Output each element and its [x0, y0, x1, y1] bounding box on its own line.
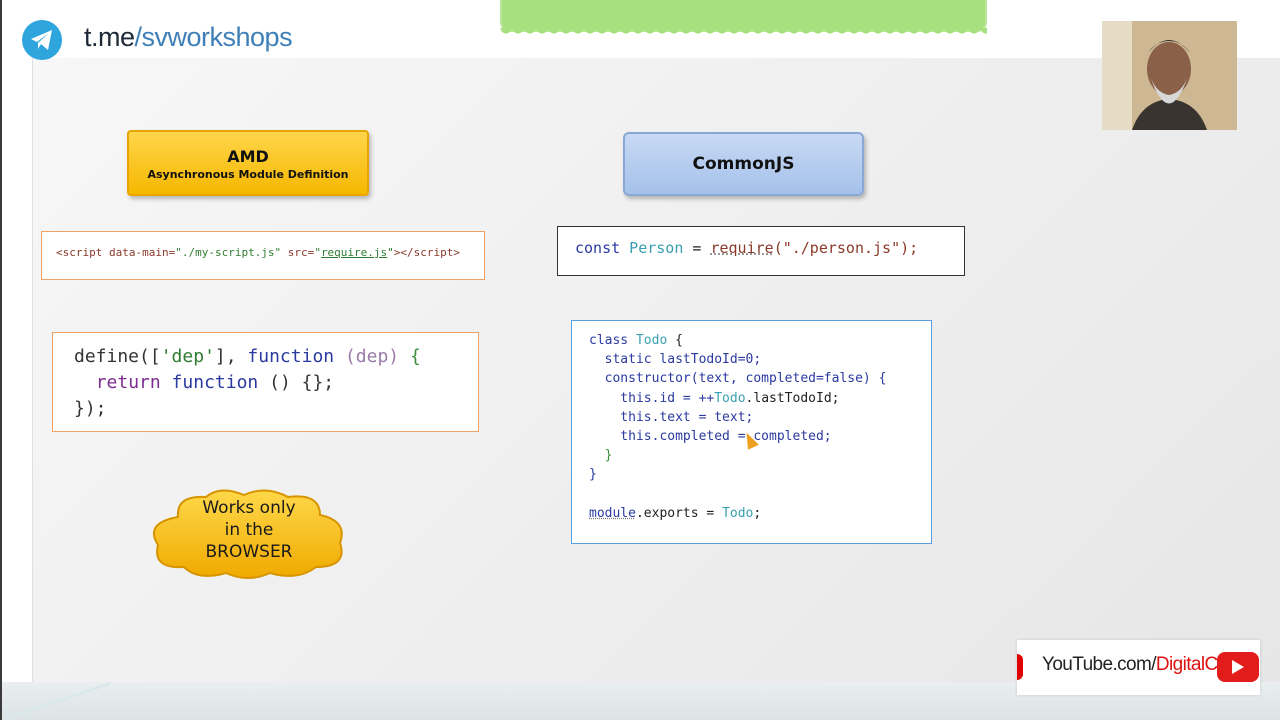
define-close: }); [74, 398, 107, 419]
exports-todo: Todo [722, 505, 754, 521]
left-edge-line [0, 0, 2, 720]
youtube-left-accent [1017, 654, 1023, 680]
browser-only-cloud: Works only in the BROWSER [148, 487, 350, 579]
amd-subtitle: Asynchronous Module Definition [147, 168, 349, 181]
constructor-line: constructor(text, completed=false) { [589, 371, 887, 387]
this-text-line: this.text = text; [589, 409, 754, 425]
exports-semicolon: ; [753, 505, 762, 521]
telegram-link[interactable]: t.me/svworkshops [84, 22, 293, 53]
require-fn: require [710, 239, 774, 257]
this-id-c: .lastTodoId; [745, 390, 840, 406]
top-banner [500, 0, 987, 36]
class-close: } [589, 467, 597, 483]
this-id-todo: Todo [714, 390, 746, 406]
script-open: <script data-main= [56, 246, 176, 259]
script-src-value: require.js [320, 246, 388, 259]
define-brace: { [399, 346, 421, 367]
this-completed-line: this.completed = completed; [589, 429, 832, 445]
constructor-close: } [589, 448, 613, 464]
presenter-webcam [1102, 21, 1237, 130]
define-function-kw: function [247, 346, 335, 367]
cloud-line-2: in the [224, 520, 274, 540]
youtube-link[interactable]: YouTube.com/DigitalCV [1042, 654, 1230, 676]
telegram-path: /svworkshops [134, 22, 293, 52]
cloud-line-3: BROWSER [205, 542, 293, 562]
script-src-attr: src= [281, 246, 315, 259]
class-kw: class [589, 333, 629, 348]
play-triangle-icon [1232, 660, 1244, 674]
exports-kw: .exports = [635, 505, 723, 521]
define-open: ([ [139, 346, 161, 367]
telegram-icon[interactable] [22, 20, 62, 60]
cloud-line-1: Works only [202, 498, 296, 518]
static-line: static lastTodoId=0; [589, 352, 762, 368]
this-id-a: this.id = ++ [589, 390, 715, 406]
script-close: ></script> [393, 246, 461, 259]
class-brace: { [667, 333, 683, 348]
amd-title: AMD [227, 147, 269, 166]
return-function-kw: function [160, 372, 259, 393]
define-param: (dep) [334, 346, 400, 367]
return-kw: return [95, 372, 161, 393]
person-name: Person [620, 239, 684, 257]
script-src-quote-close: " [387, 246, 394, 259]
define-mid: ], [214, 346, 248, 367]
return-rest: () {}; [258, 372, 335, 393]
presenter-silhouette-icon [1102, 21, 1237, 130]
paper-plane-icon [31, 30, 52, 50]
require-eq: = [683, 239, 711, 257]
const-kw: const [575, 239, 621, 257]
define-dep: 'dep' [160, 346, 215, 367]
script-data-main: "./my-script.js" [175, 246, 282, 259]
module-kw: module [589, 505, 636, 521]
youtube-host: YouTube.com/ [1042, 654, 1157, 675]
amd-header: AMD Asynchronous Module Definition [127, 130, 369, 196]
require-code: const Person = require("./person.js"); [557, 226, 965, 276]
youtube-play-icon[interactable] [1217, 652, 1259, 682]
telegram-host: t.me [84, 22, 135, 52]
define-fn: define [74, 346, 140, 367]
script-src-quote-open: " [314, 246, 321, 259]
class-name: Todo [628, 333, 668, 348]
script-tag-code: <script data-main="./my-script.js" src="… [41, 231, 485, 280]
cloud-text: Works only in the BROWSER [148, 497, 350, 563]
define-code: define(['dep'], function (dep) { return … [52, 332, 479, 432]
commonjs-header: CommonJS [623, 132, 864, 196]
require-arg: ("./person.js"); [773, 239, 919, 257]
youtube-watermark[interactable]: YouTube.com/DigitalCV [1017, 640, 1260, 695]
